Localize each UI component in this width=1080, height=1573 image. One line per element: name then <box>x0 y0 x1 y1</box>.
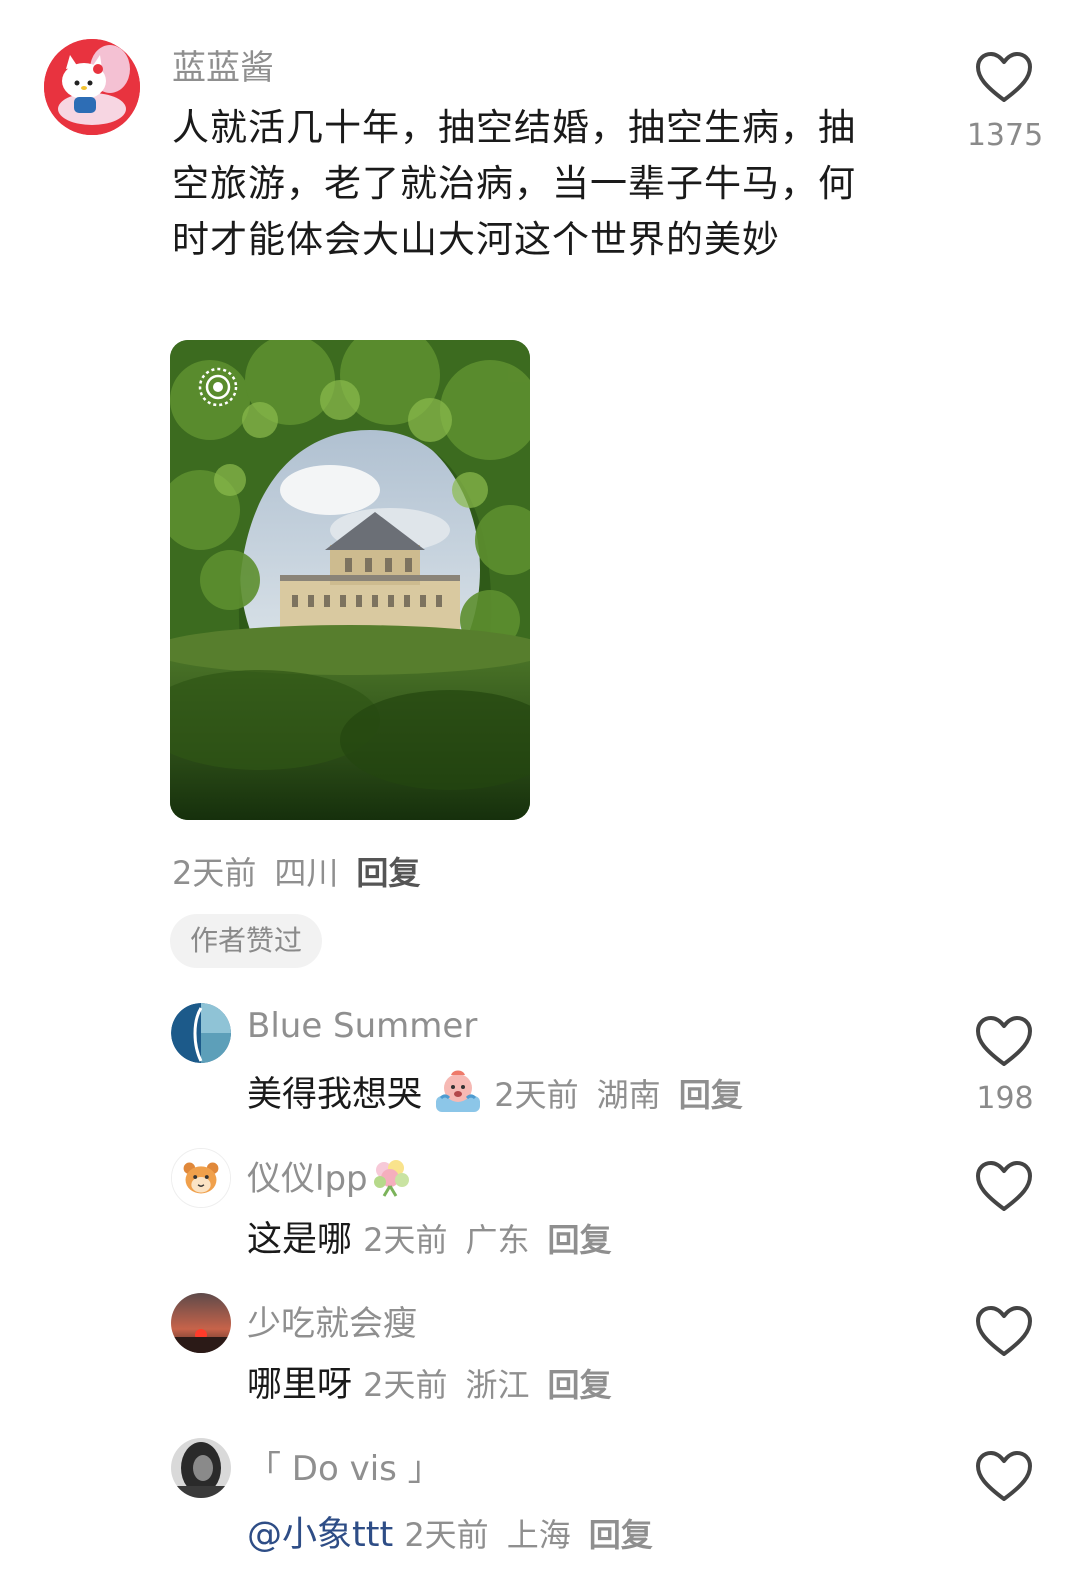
comment-text: 人就活几十年，抽空结婚，抽空生病，抽空旅游，老了就治病，当一辈子牛马，何时才能体… <box>172 106 856 261</box>
username[interactable]: Blue Summer <box>247 1006 477 1046</box>
reply-button[interactable]: 回复 <box>589 1516 653 1554</box>
reply-time: 2天前 <box>494 1076 579 1114</box>
hello-kitty-avatar-icon <box>44 39 140 135</box>
like-heart-icon[interactable] <box>975 1451 1033 1503</box>
reply-text: 这是哪 <box>247 1220 353 1260</box>
abstract-avatar-icon <box>171 1003 231 1063</box>
reply-location: 湖南 <box>596 1076 661 1114</box>
mention-link[interactable]: @小象ttt <box>247 1515 393 1555</box>
bouquet-icon <box>373 1160 409 1197</box>
reply-location: 浙江 <box>465 1366 530 1404</box>
crying-face-sticker-icon <box>436 1070 481 1112</box>
like-heart-icon[interactable] <box>975 1016 1033 1068</box>
portrait-avatar-icon <box>171 1438 231 1498</box>
username[interactable]: 「 Do vis 」 <box>247 1441 442 1490</box>
like-heart-icon[interactable] <box>975 1306 1033 1358</box>
username-row: 仪仪lpp <box>247 1151 414 1200</box>
username[interactable]: 少吃就会瘦 <box>247 1296 417 1345</box>
username[interactable]: 蓝蓝酱 <box>172 40 274 89</box>
reply-button[interactable]: 回复 <box>356 854 420 892</box>
reply-text: 哪里呀 <box>247 1365 353 1405</box>
reply-button[interactable]: 回复 <box>548 1221 612 1259</box>
reply-time: 2天前 <box>404 1516 489 1554</box>
like-heart-icon[interactable] <box>975 1161 1033 1213</box>
hamster-avatar-icon <box>172 1149 230 1207</box>
reply-button[interactable]: 回复 <box>679 1076 743 1114</box>
reply-content: 美得我想哭 2天前 湖南 回复 <box>247 1066 743 1117</box>
like-heart-icon[interactable] <box>975 52 1033 104</box>
reply-content: @小象ttt 2天前 上海 回复 <box>247 1506 653 1557</box>
like-count: 198 <box>976 1081 1034 1116</box>
reply-text: 美得我想哭 <box>247 1075 423 1115</box>
comment-location: 四川 <box>274 854 339 892</box>
avatar[interactable] <box>171 1003 231 1063</box>
garden-palace-photo <box>170 340 530 820</box>
reply-location: 广东 <box>465 1221 530 1259</box>
avatar[interactable] <box>171 1438 231 1498</box>
reply-content: 这是哪 2天前 广东 回复 <box>247 1211 612 1262</box>
avatar[interactable] <box>171 1293 231 1353</box>
username[interactable]: 仪仪lpp <box>247 1159 368 1199</box>
author-liked-badge: 作者赞过 <box>170 914 323 968</box>
comment-time: 2天前 <box>172 854 257 892</box>
like-count: 1375 <box>966 118 1044 153</box>
reply-location: 上海 <box>506 1516 571 1554</box>
avatar[interactable] <box>44 39 140 135</box>
sunset-avatar-icon <box>171 1293 231 1353</box>
reply-time: 2天前 <box>363 1366 448 1404</box>
reply-content: 哪里呀 2天前 浙江 回复 <box>247 1356 612 1407</box>
reply-time: 2天前 <box>363 1221 448 1259</box>
comment-photo[interactable] <box>170 340 530 820</box>
reply-button[interactable]: 回复 <box>548 1366 612 1404</box>
comment-meta: 2天前 四川 回复 <box>172 848 420 894</box>
avatar[interactable] <box>171 1148 231 1208</box>
